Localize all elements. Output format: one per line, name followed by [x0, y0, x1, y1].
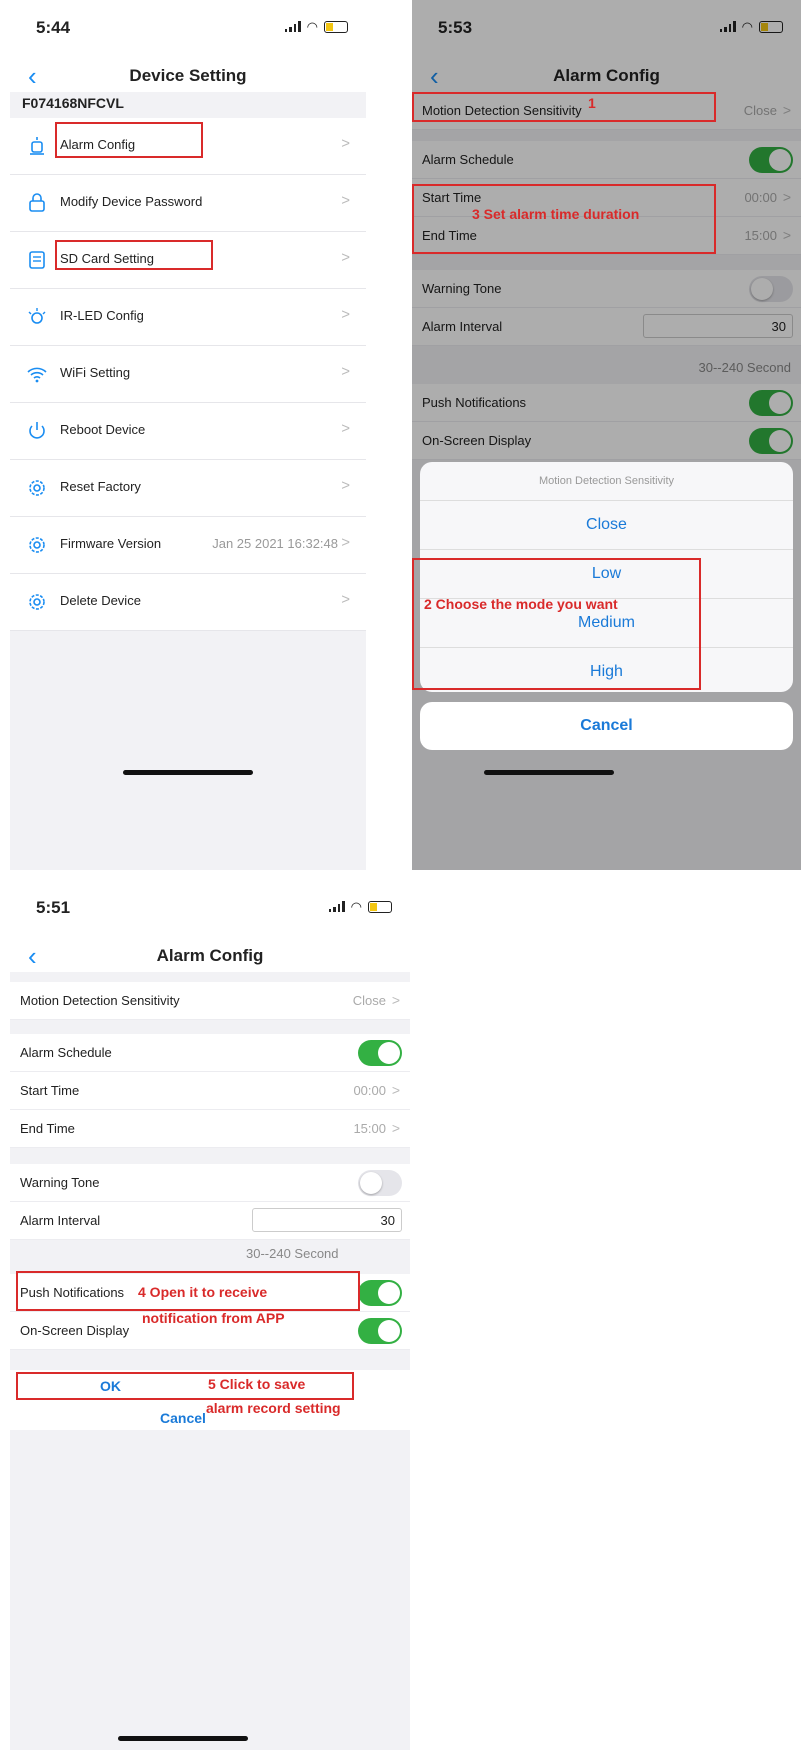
alarm-config-sheet-screen: 5:53 ◠ ‹ Alarm Config Motion Detection S…	[412, 0, 801, 870]
chevron-right-icon: >	[341, 591, 350, 608]
wifi-setting-icon	[27, 367, 47, 383]
chevron-right-icon: >	[341, 306, 350, 323]
end-time-label: End Time	[20, 1121, 75, 1136]
lock-icon	[29, 193, 45, 212]
settings-list: Alarm Config > Modify Device Password > …	[10, 118, 366, 631]
alarm-interval-label: Alarm Interval	[20, 1213, 101, 1228]
action-sheet-title: Motion Detection Sensitivity	[420, 462, 793, 501]
menu-item-label: Firmware Version	[60, 536, 162, 551]
signal-icon	[284, 21, 301, 32]
cancel-button[interactable]: Cancel	[420, 702, 793, 750]
alarm-schedule-label: Alarm Schedule	[20, 1045, 112, 1060]
device-id: F074168NFCVL	[22, 95, 124, 111]
wifi-icon: ◠	[306, 19, 318, 34]
annotation-box-options	[412, 558, 701, 690]
firmware-version-value: Jan 25 2021 16:32:48	[212, 536, 338, 551]
menu-item-modify-password[interactable]: Modify Device Password >	[10, 175, 366, 232]
push-notifications-toggle[interactable]	[358, 1280, 402, 1306]
alarm-icon	[30, 137, 44, 155]
alarm-interval-input[interactable]: 30	[252, 1208, 402, 1232]
annotation-box-alarm-config	[55, 122, 203, 158]
menu-item-label: IR-LED Config	[60, 308, 144, 323]
status-bar: 5:44 ◠	[10, 0, 366, 60]
chevron-right-icon: >	[341, 420, 350, 437]
menu-item-label: Reset Factory	[60, 479, 141, 494]
menu-item-label: WiFi Setting	[60, 365, 131, 380]
end-time-row[interactable]: End Time 15:00 >	[10, 1110, 410, 1148]
annotation-step-5-cont: alarm record setting	[206, 1400, 341, 1416]
nav-bar: ‹ Device Setting	[10, 60, 366, 92]
annotation-step-2: 2 Choose the mode you want	[424, 596, 618, 612]
chevron-right-icon: >	[341, 192, 350, 209]
page-title: Device Setting	[129, 66, 247, 85]
end-time-value: 15:00	[353, 1121, 386, 1136]
alarm-config-screen: 5:51 ◠ ‹ Alarm Config Motion Detection S…	[10, 880, 410, 1750]
gear-icon	[29, 537, 45, 553]
menu-item-ir-led[interactable]: IR-LED Config >	[10, 289, 366, 346]
chevron-right-icon: >	[391, 992, 400, 1008]
annotation-step-4: 4 Open it to receive	[138, 1284, 268, 1300]
annotation-box-motion	[412, 92, 716, 122]
battery-icon	[368, 900, 392, 913]
osd-label: On-Screen Display	[20, 1323, 130, 1338]
warning-tone-label: Warning Tone	[20, 1175, 100, 1190]
gear-icon	[29, 594, 45, 610]
menu-item-label: Delete Device	[60, 593, 141, 608]
alarm-interval-row: Alarm Interval 30	[10, 1202, 410, 1240]
chevron-right-icon: >	[341, 534, 350, 551]
menu-item-wifi[interactable]: WiFi Setting >	[10, 346, 366, 403]
chevron-right-icon: >	[341, 249, 350, 266]
status-time: 5:51	[36, 898, 71, 917]
sd-card-icon	[29, 251, 45, 269]
battery-icon	[324, 20, 348, 33]
nav-bar: ‹ Alarm Config	[10, 940, 410, 972]
menu-item-reboot[interactable]: Reboot Device >	[10, 403, 366, 460]
motion-sensitivity-row[interactable]: Motion Detection Sensitivity Close >	[10, 982, 410, 1020]
home-indicator	[118, 1736, 248, 1741]
wifi-icon: ◠	[350, 899, 362, 914]
menu-item-label: Modify Device Password	[60, 194, 203, 209]
annotation-box-sd-card	[55, 240, 213, 270]
menu-item-firmware-version[interactable]: Firmware Version Jan 25 2021 16:32:48 >	[10, 517, 366, 574]
home-indicator	[484, 770, 614, 775]
menu-item-reset-factory[interactable]: Reset Factory >	[10, 460, 366, 517]
warning-tone-toggle[interactable]	[358, 1170, 402, 1196]
option-close[interactable]: Close	[420, 501, 793, 550]
motion-sensitivity-label: Motion Detection Sensitivity	[20, 993, 180, 1008]
alarm-schedule-toggle[interactable]	[358, 1040, 402, 1066]
chevron-right-icon: >	[341, 477, 350, 494]
chevron-right-icon: >	[341, 135, 350, 152]
motion-sensitivity-value: Close	[352, 993, 386, 1008]
annotation-step-5: 5 Click to save	[208, 1376, 306, 1392]
page-title: Alarm Config	[156, 946, 264, 965]
home-indicator	[123, 770, 253, 775]
device-setting-screen: 5:44 ◠ ‹ Device Setting F074168NFCVL Ala…	[10, 0, 366, 870]
status-time: 5:44	[36, 18, 71, 37]
annotation-step-4-cont: notification from APP	[142, 1310, 285, 1326]
annotation-step-3: 3 Set alarm time duration	[472, 206, 640, 222]
menu-item-delete-device[interactable]: Delete Device >	[10, 574, 366, 631]
power-icon	[29, 422, 45, 439]
alarm-schedule-row: Alarm Schedule	[10, 1034, 410, 1072]
signal-icon	[328, 901, 345, 912]
menu-item-label: Reboot Device	[60, 422, 146, 437]
chevron-right-icon: >	[391, 1120, 400, 1136]
osd-toggle[interactable]	[358, 1318, 402, 1344]
ir-led-icon	[28, 308, 46, 324]
warning-tone-row: Warning Tone	[10, 1164, 410, 1202]
chevron-right-icon: >	[391, 1082, 400, 1098]
start-time-row[interactable]: Start Time 00:00 >	[10, 1072, 410, 1110]
gear-icon	[29, 480, 45, 496]
start-time-value: 00:00	[353, 1083, 386, 1098]
cancel-button[interactable]: Cancel	[160, 1410, 206, 1426]
chevron-right-icon: >	[341, 363, 350, 380]
interval-hint: 30--240 Second	[246, 1246, 339, 1261]
status-bar: 5:51 ◠	[10, 880, 410, 940]
annotation-step-1: 1	[588, 95, 596, 111]
start-time-label: Start Time	[20, 1083, 80, 1098]
